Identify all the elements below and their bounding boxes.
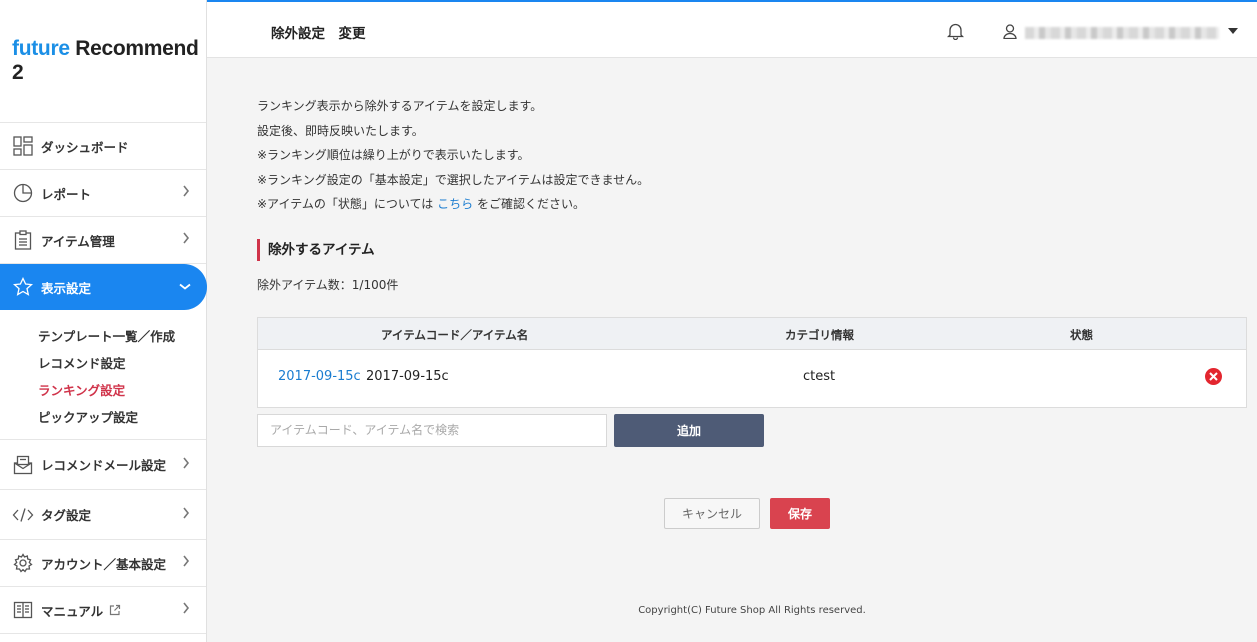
- sidebar-item-manual[interactable]: マニュアル: [0, 587, 206, 634]
- user-icon: [1003, 24, 1017, 42]
- item-code-link[interactable]: 2017-09-15c: [278, 369, 361, 384]
- item-category: ctest: [803, 368, 836, 384]
- logo-text: future Recommend 2: [12, 37, 199, 84]
- subnav-item-ranking[interactable]: ランキング設定: [38, 377, 206, 404]
- chevron-down-icon: [179, 280, 191, 295]
- table-row: 2017-09-15c 2017-09-15c ctest: [258, 350, 1246, 407]
- book-icon: [12, 599, 34, 621]
- desc-line: ※ランキング設定の「基本設定」で選択したアイテムは設定できません。: [257, 172, 650, 187]
- sidebar-item-label: タグ設定: [41, 508, 92, 523]
- code-icon: [12, 504, 34, 526]
- chevron-right-icon: [182, 185, 190, 201]
- status-help-link[interactable]: こちら: [437, 197, 473, 211]
- excluded-items-table: アイテムコード／アイテム名 カテゴリ情報 状態 2017-09-15c 2017…: [257, 316, 1247, 408]
- main-content: ランキング表示から除外するアイテムを設定します。 設定後、即時反映いたします。 …: [257, 58, 1247, 529]
- sidebar-item-label: ダッシュボード: [41, 139, 129, 155]
- sidebar-item-label: 表示設定: [41, 280, 92, 296]
- logo[interactable]: future Recommend 2: [0, 0, 206, 123]
- gear-icon: [12, 552, 34, 574]
- cancel-button[interactable]: キャンセル: [664, 497, 760, 529]
- sidebar-item-report[interactable]: レポート: [0, 170, 206, 217]
- sidebar-item-dashboard[interactable]: ダッシュボード: [0, 123, 206, 170]
- subnav-item-pickup[interactable]: ピックアップ設定: [38, 404, 206, 431]
- top-bar: 除外設定 変更: [207, 0, 1257, 58]
- sidebar-item-label: アカウント／基本設定: [41, 556, 167, 572]
- desc-line-prefix: ※アイテムの「状態」については: [257, 197, 434, 211]
- footer-copyright: Copyright(C) Future Shop All Rights rese…: [638, 605, 866, 616]
- desc-line: 設定後、即時反映いたします。: [257, 123, 424, 138]
- remove-item-icon[interactable]: [1205, 367, 1222, 385]
- item-name: 2017-09-15c: [366, 368, 449, 384]
- subnav-item-recommend[interactable]: レコメンド設定: [38, 350, 206, 377]
- sidebar-item-recommend-mail[interactable]: レコメンドメール設定: [0, 440, 206, 490]
- form-actions: キャンセル 保存: [257, 497, 1247, 529]
- section-title: 除外するアイテム: [257, 238, 1247, 261]
- column-header-item: アイテムコード／アイテム名: [381, 327, 529, 342]
- add-item-row: 追加: [257, 413, 1247, 448]
- page-title: 除外設定 変更: [271, 26, 366, 42]
- description: ランキング表示から除外するアイテムを設定します。 設定後、即時反映いたします。 …: [257, 94, 1247, 217]
- excluded-count: 除外アイテム数：1/100件: [257, 277, 399, 292]
- chevron-right-icon: [182, 555, 190, 571]
- sidebar-item-label: マニュアル: [41, 603, 104, 619]
- desc-line: ランキング表示から除外するアイテムを設定します。: [257, 99, 543, 113]
- subnav-item-templates[interactable]: テンプレート一覧／作成: [38, 323, 206, 350]
- user-menu[interactable]: [1003, 24, 1219, 42]
- clipboard-icon: [12, 229, 34, 251]
- desc-line: ※アイテムの「状態」については こちら をご確認ください。: [257, 192, 1247, 217]
- pie-chart-icon: [12, 182, 34, 204]
- bell-icon[interactable]: [946, 22, 965, 43]
- mail-icon: [12, 454, 34, 476]
- chevron-right-icon: [182, 232, 190, 248]
- item-search-input[interactable]: [257, 413, 607, 447]
- desc-line-suffix: をご確認ください。: [476, 197, 585, 211]
- chevron-right-icon: [182, 457, 190, 473]
- external-link-icon: [109, 604, 121, 616]
- add-button[interactable]: 追加: [614, 413, 764, 447]
- sidebar-item-label: レコメンドメール設定: [41, 458, 167, 473]
- chevron-right-icon: [182, 602, 190, 618]
- sidebar: future Recommend 2 ダッシュボード レポート アイテム管理 表…: [0, 0, 207, 642]
- column-header-status: 状態: [1070, 327, 1093, 342]
- star-icon: [12, 276, 34, 298]
- chevron-right-icon: [182, 507, 190, 523]
- sidebar-item-tag-settings[interactable]: タグ設定: [0, 490, 206, 540]
- desc-line: ※ランキング順位は繰り上がりで表示いたします。: [257, 148, 530, 162]
- column-header-category: カテゴリ情報: [785, 327, 854, 342]
- save-button[interactable]: 保存: [770, 497, 830, 529]
- sidebar-item-item-management[interactable]: アイテム管理: [0, 217, 206, 264]
- user-name-blurred: [1025, 27, 1219, 39]
- dashboard-icon: [12, 135, 34, 157]
- sidebar-item-label: アイテム管理: [41, 233, 115, 249]
- sidebar-item-label: レポート: [41, 186, 92, 202]
- caret-down-icon[interactable]: [1228, 28, 1238, 34]
- table-header: アイテムコード／アイテム名 カテゴリ情報 状態: [258, 317, 1246, 350]
- subnav: テンプレート一覧／作成 レコメンド設定 ランキング設定 ピックアップ設定: [0, 310, 206, 440]
- sidebar-item-display-settings[interactable]: 表示設定: [0, 264, 207, 310]
- sidebar-item-account[interactable]: アカウント／基本設定: [0, 540, 206, 587]
